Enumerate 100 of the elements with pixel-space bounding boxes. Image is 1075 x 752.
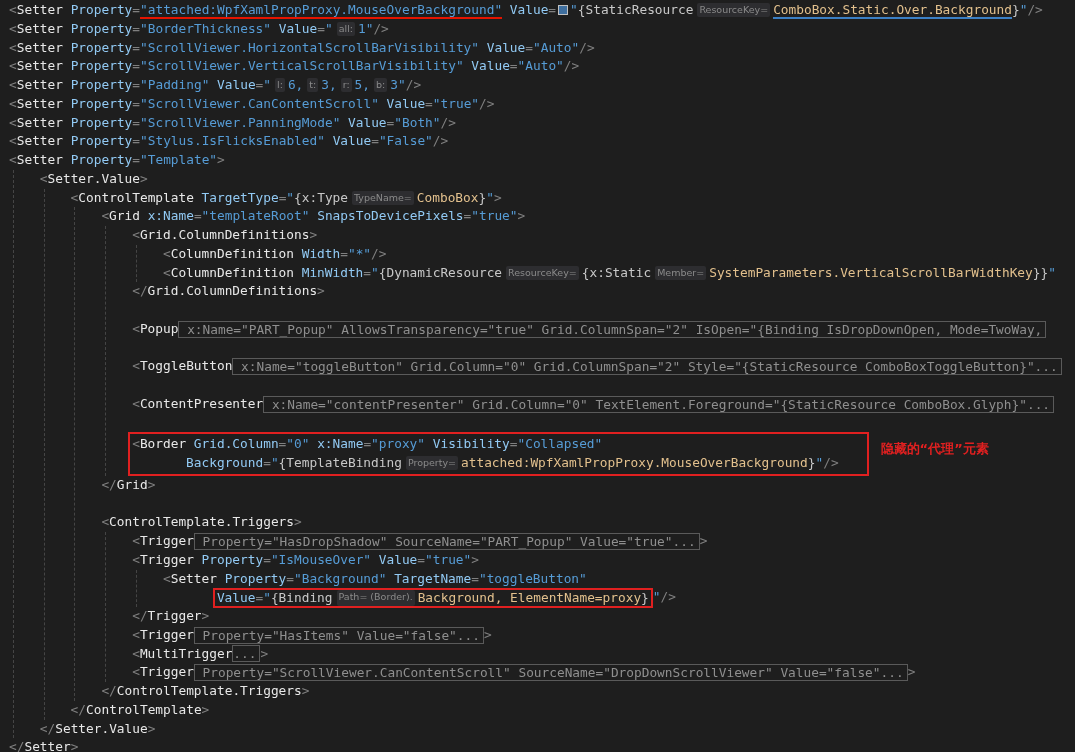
attribute-value: " [652, 588, 661, 607]
inlay-hint: b: [374, 78, 388, 93]
attribute-name: Value [508, 1, 549, 19]
attribute-name: Property [69, 76, 133, 94]
xml-punctuation: > [471, 550, 479, 569]
inlay-hint: r: [340, 78, 352, 93]
xml-punctuation: < [9, 94, 17, 113]
attribute-value: "ScrollViewer.HorizontalScrollBarVisibility" [140, 38, 479, 57]
attribute-name: Visibility [431, 435, 510, 454]
xml-punctuation: < [9, 151, 17, 169]
xml-punctuation: /> [1027, 1, 1043, 19]
xml-punctuation: = [509, 57, 518, 76]
attribute-name: Width [300, 244, 341, 263]
xml-punctuation: = [132, 151, 140, 169]
xml-punctuation: < [9, 19, 17, 38]
attribute-value: "ScrollViewer.PanningMode" [140, 113, 341, 132]
attribute-value: "Both" [394, 113, 441, 132]
attribute-name: Property [69, 57, 133, 76]
tag-name: ControlTemplate [78, 188, 194, 207]
attribute-value: " [570, 1, 578, 19]
tag-name: Setter [16, 151, 63, 169]
xml-punctuation: = [371, 132, 379, 151]
xml-punctuation: > [907, 663, 916, 682]
attribute-value: "Template" [140, 151, 218, 169]
xml-punctuation: < [132, 319, 140, 338]
attribute-value: "toggleButton" [478, 569, 587, 588]
xml-punctuation: = [340, 244, 348, 263]
attribute-value: "Padding" [140, 76, 210, 94]
xml-punctuation: = [132, 94, 140, 113]
resource-key: ComboBox.Static.Over.Background [773, 1, 1012, 17]
collapsed-code[interactable]: Property="ScrollViewer.CanContentScroll" SourceName="DropDownScrollViewer" Value="false"... [193, 664, 908, 682]
inlay-hint: ResourceKey= [506, 265, 579, 280]
markup-extension: {StaticResource [577, 1, 694, 19]
attribute-name: Property [69, 132, 133, 151]
resource-key: attached:WpfXamlPropProxy.MouseOverBackground [461, 454, 808, 473]
attribute-value: "true" [425, 550, 472, 569]
attribute-value: " [486, 188, 494, 207]
tag-name: Popup [139, 319, 179, 338]
inlay-hint: t: [307, 78, 319, 93]
tag-name: Trigger [139, 550, 194, 569]
xml-punctuation: < [132, 663, 140, 682]
xml-punctuation: < [132, 532, 140, 550]
collapsed-code[interactable]: ... [232, 645, 261, 663]
attribute-value: " [371, 263, 379, 282]
attribute-value: 1" [358, 19, 374, 38]
tag-name: ControlTemplate.Triggers [116, 682, 302, 700]
xml-punctuation: < [9, 1, 17, 19]
tag-name: ColumnDefinition [170, 244, 294, 263]
collapsed-code[interactable]: x:Name="PART_Popup" AllowsTransparency="true" Grid.ColumnSpan="2" IsOpen="{Binding IsDropDownOpen, Mode=TwoWay, [178, 320, 1047, 338]
tag-name: Setter [16, 113, 63, 132]
xml-punctuation: </ [132, 607, 148, 625]
attribute-name: TargetType [200, 188, 279, 207]
resource-key: ComboBox [416, 188, 479, 208]
collapsed-code[interactable]: x:Name="contentPresenter" Grid.Column="0" TextElement.Foreground="{StaticResource ComboBox.Glyph}"... [263, 395, 1055, 413]
attribute-name: Value [216, 76, 256, 94]
xml-punctuation: /> [373, 19, 389, 38]
attribute-name: Property [69, 1, 133, 19]
collapsed-code[interactable]: x:Name="toggleButton" Grid.Column="0" Grid.ColumnSpan="2" Style="{StaticResource ComboBoxToggleButton}"... [232, 358, 1062, 376]
collapsed-code[interactable]: Property="HasDropShadow" SourceName="PART_Popup" Value="true"... [193, 532, 700, 550]
tag-name: Trigger [139, 625, 194, 644]
attribute-name: Property [69, 151, 133, 169]
attribute-name: Property [69, 94, 133, 113]
xml-punctuation: = [278, 188, 287, 207]
xml-punctuation: = [548, 1, 557, 19]
markup-extension: {x:Type [294, 188, 348, 207]
attribute-name: MinWidth [300, 263, 364, 282]
attribute-value: 3, [321, 76, 337, 94]
xml-punctuation: = [255, 76, 264, 94]
tag-name: Setter [16, 1, 63, 19]
attribute-name: Value [347, 113, 387, 132]
attribute-value: "attached:WpfXamlPropProxy.MouseOverBackground" [140, 1, 503, 17]
xml-punctuation: </ [70, 700, 86, 719]
xml-punctuation: </ [39, 719, 56, 738]
tag-name: Trigger [139, 663, 194, 682]
xml-punctuation: > [309, 226, 318, 244]
tag-name: Setter [16, 19, 63, 38]
collapsed-code[interactable]: Property="HasItems" Value="false"... [193, 626, 484, 644]
xml-punctuation: < [9, 132, 17, 151]
attribute-value: " [263, 76, 272, 94]
xml-punctuation: > [201, 607, 210, 625]
tag-name: Grid.ColumnDefinitions [147, 282, 318, 301]
attribute-name: Value [377, 550, 418, 569]
attribute-name: TargetName [393, 569, 472, 588]
attribute-value: "Background" [294, 569, 387, 588]
markup-extension: {x:Static [581, 263, 652, 282]
inlay-hint: Property= [405, 456, 459, 471]
xml-punctuation: = [132, 113, 140, 132]
xml-punctuation: < [9, 76, 17, 94]
xml-punctuation: = [132, 76, 140, 94]
inlay-hint: Member= [655, 265, 707, 280]
xml-punctuation: = [363, 263, 372, 282]
resource-key: Background, ElementName=proxy [417, 589, 642, 606]
inlay-hint: ResourceKey= [697, 3, 771, 18]
xml-punctuation: = [317, 19, 325, 38]
xml-punctuation: > [493, 188, 502, 207]
xml-punctuation: /> [405, 76, 422, 94]
attribute-value: " [1048, 263, 1056, 282]
xml-punctuation: </ [101, 682, 117, 700]
tag-name: Trigger [147, 607, 202, 625]
xml-punctuation: < [163, 244, 171, 263]
